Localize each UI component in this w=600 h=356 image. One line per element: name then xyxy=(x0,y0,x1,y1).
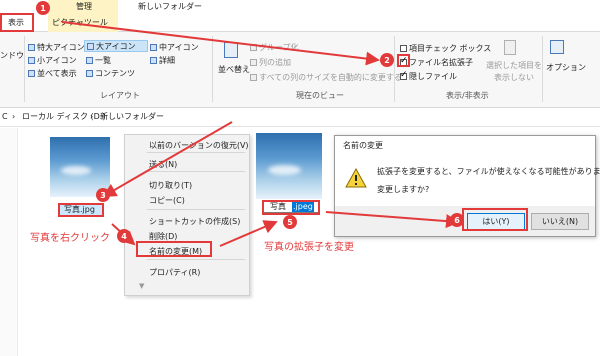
annotation-arrows xyxy=(61,21,460,247)
step-badge-2: 2 xyxy=(380,53,394,67)
note-right-click-photo: 写真を右クリック xyxy=(30,233,110,244)
step-badge-1: 1 xyxy=(36,1,50,15)
step-badge-6: 6 xyxy=(450,213,464,227)
step-badge-3: 3 xyxy=(96,188,110,202)
step-badge-4: 4 xyxy=(117,229,131,243)
step-badge-5: 5 xyxy=(283,215,297,229)
note-change-extension: 写真の拡張子を変更 xyxy=(264,242,354,253)
